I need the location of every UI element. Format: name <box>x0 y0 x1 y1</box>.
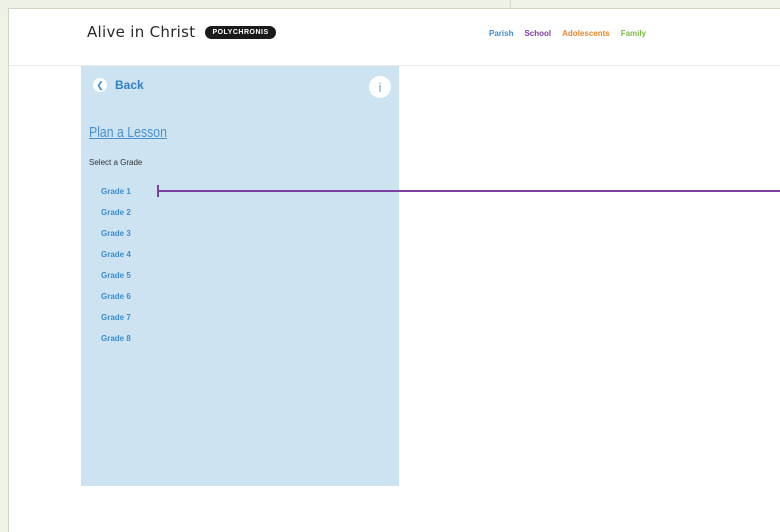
grade-2-link[interactable]: Grade 2 <box>101 202 131 223</box>
callout-line <box>158 190 780 192</box>
select-grade-label: Select a Grade <box>89 158 143 167</box>
site-header: Alive in Christ POLYCHRONIS Parish Schoo… <box>9 9 780 66</box>
logo-text: Alive in Christ <box>87 23 196 41</box>
grade-8-link[interactable]: Grade 8 <box>101 328 131 349</box>
nav-family-link[interactable]: Family <box>621 29 646 38</box>
main-nav: Parish School Adolescents Family <box>489 29 646 38</box>
grade-7-link[interactable]: Grade 7 <box>101 307 131 328</box>
grade-1-link[interactable]: Grade 1 <box>101 181 131 202</box>
page-frame: Alive in Christ POLYCHRONIS Parish Schoo… <box>8 8 780 532</box>
nav-parish-link[interactable]: Parish <box>489 29 513 38</box>
grade-4-link[interactable]: Grade 4 <box>101 244 131 265</box>
grade-3-link[interactable]: Grade 3 <box>101 223 131 244</box>
grade-6-link[interactable]: Grade 6 <box>101 286 131 307</box>
lesson-planner-panel: ❮ Back i Plan a Lesson Select a Grade Gr… <box>81 66 399 486</box>
nav-school-link[interactable]: School <box>524 29 551 38</box>
grade-5-link[interactable]: Grade 5 <box>101 265 131 286</box>
site-logo[interactable]: Alive in Christ POLYCHRONIS <box>87 23 276 41</box>
chevron-left-icon: ❮ <box>93 78 107 92</box>
back-button[interactable]: ❮ Back <box>93 78 144 92</box>
info-icon[interactable]: i <box>369 76 391 98</box>
back-label: Back <box>115 78 144 92</box>
logo-badge: POLYCHRONIS <box>205 25 276 39</box>
nav-adolescents-link[interactable]: Adolescents <box>562 29 610 38</box>
plan-lesson-link[interactable]: Plan a Lesson <box>89 124 167 141</box>
grade-list: Grade 1 Grade 2 Grade 3 Grade 4 Grade 5 … <box>101 181 131 349</box>
